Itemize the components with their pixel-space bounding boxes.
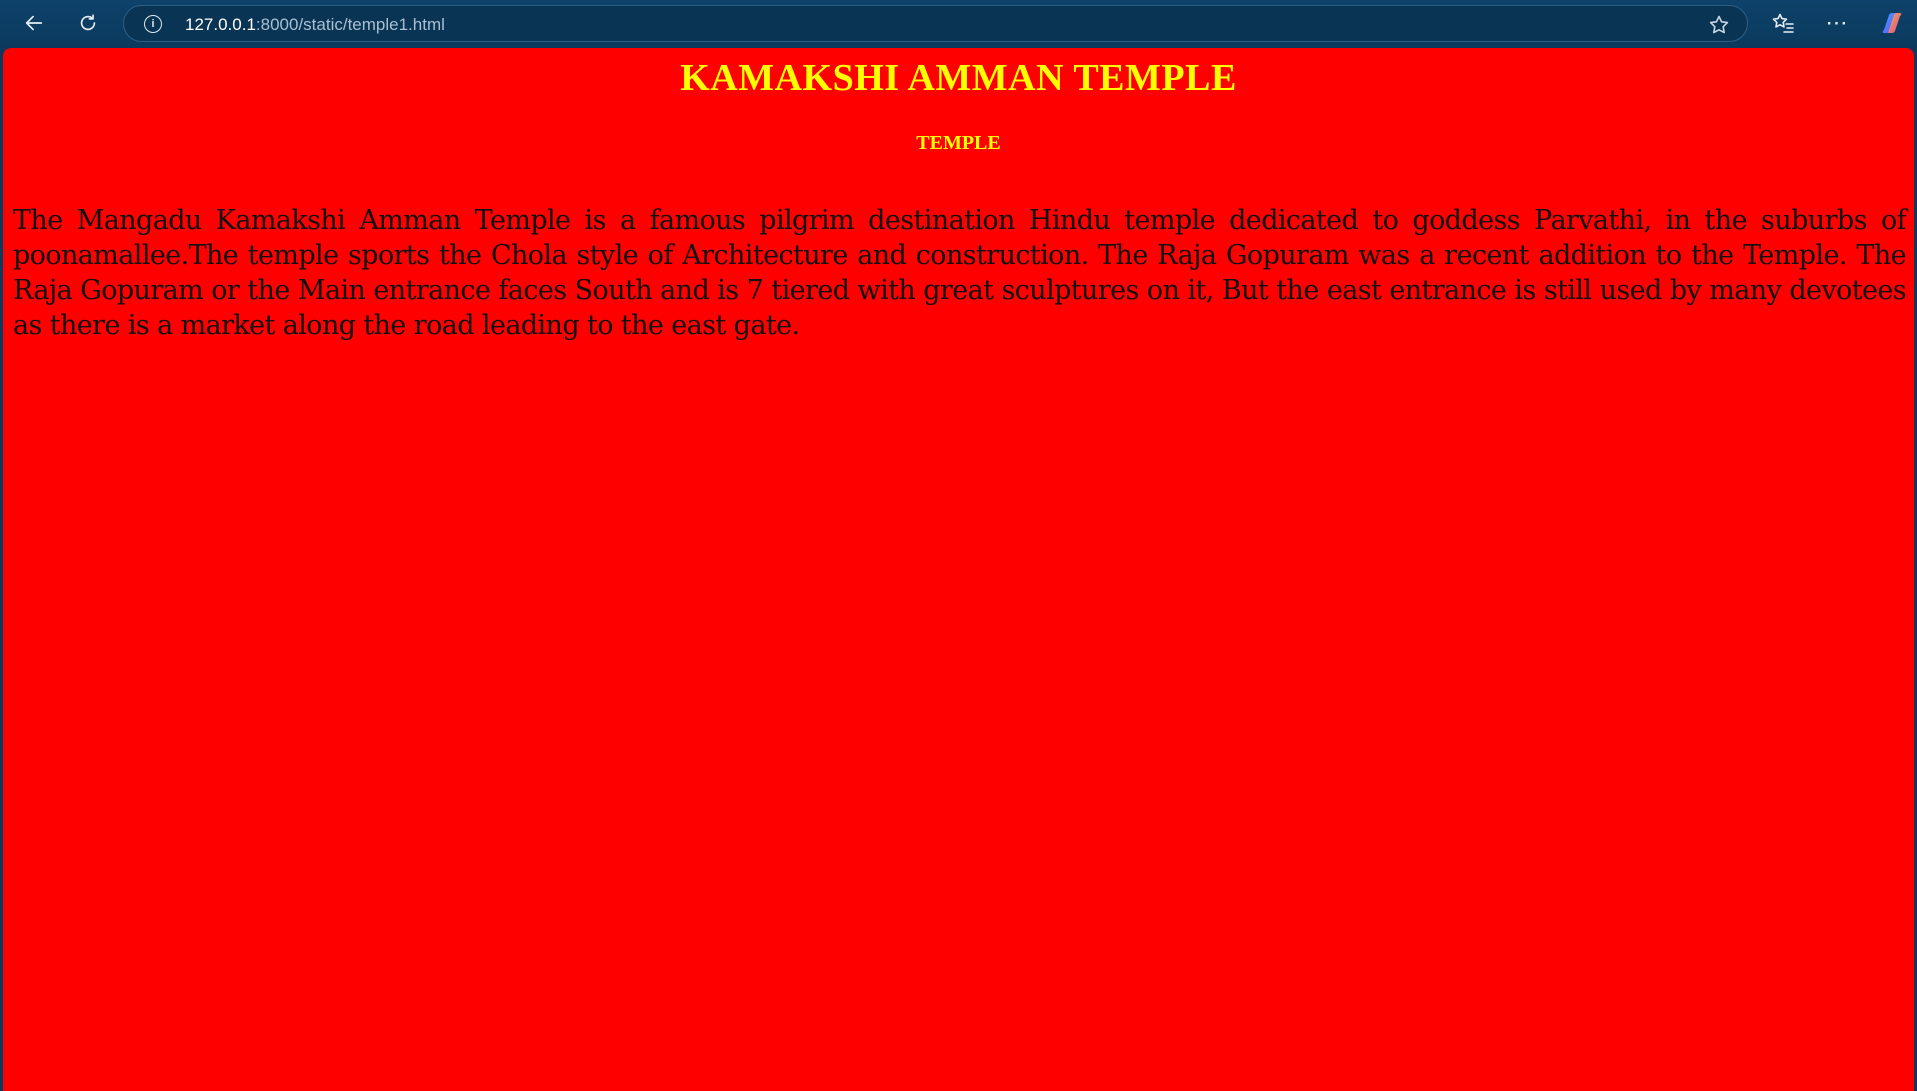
favorites-icon: [1772, 13, 1794, 33]
address-bar[interactable]: i 127.0.0.1:8000/static/temple1.html: [123, 5, 1748, 42]
copilot-icon[interactable]: [1877, 8, 1907, 38]
page-title: KAMAKSHI AMMAN TEMPLE: [680, 57, 1237, 99]
url-host: 127.0.0.1: [185, 15, 256, 34]
more-icon[interactable]: ⋯: [1822, 8, 1852, 38]
copilot-logo: [1882, 13, 1902, 33]
favorites-button[interactable]: [1768, 8, 1798, 38]
page-viewport: KAMAKSHI AMMAN TEMPLE TEMPLE The Mangadu…: [3, 48, 1914, 1091]
star-icon[interactable]: [1707, 13, 1731, 37]
info-icon[interactable]: i: [144, 15, 162, 33]
back-button[interactable]: [16, 6, 52, 40]
temple-description: The Mangadu Kamakshi Amman Temple is a f…: [13, 205, 1907, 341]
reload-icon: [80, 14, 96, 31]
url-text[interactable]: 127.0.0.1:8000/static/temple1.html: [185, 15, 445, 35]
page-subtitle: TEMPLE: [916, 132, 1001, 154]
browser-toolbar: i 127.0.0.1:8000/static/temple1.html ⋯: [0, 0, 1917, 46]
arrow-left-icon: [25, 15, 43, 31]
url-path: :8000/static/temple1.html: [255, 15, 445, 34]
reload-button[interactable]: [70, 6, 106, 40]
